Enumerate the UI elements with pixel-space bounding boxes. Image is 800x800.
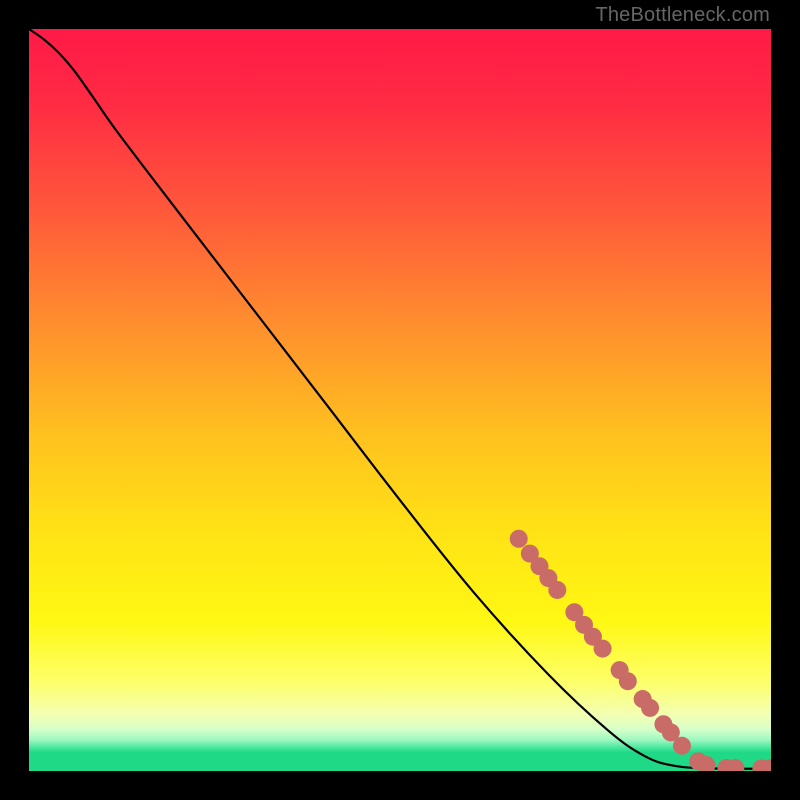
data-dot [641, 699, 659, 717]
data-dot [594, 640, 612, 658]
chart-stage: TheBottleneck.com [0, 0, 800, 800]
data-dot [619, 672, 637, 690]
plot-area [29, 29, 771, 771]
gradient-background [29, 29, 771, 771]
data-dot [548, 581, 566, 599]
data-dot [510, 530, 528, 548]
attribution-label: TheBottleneck.com [595, 4, 770, 27]
data-dot [673, 737, 691, 755]
chart-svg [29, 29, 771, 771]
